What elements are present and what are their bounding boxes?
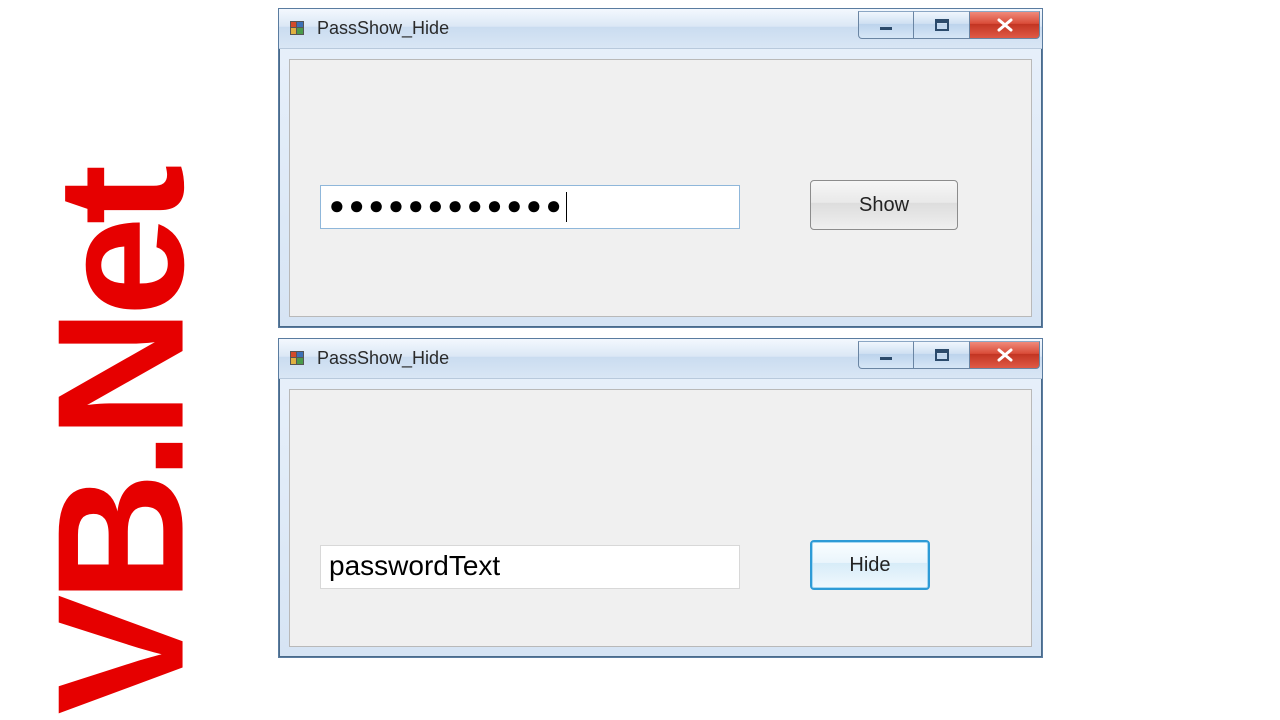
password-plain-value: passwordText <box>329 550 500 581</box>
window-controls <box>858 11 1040 39</box>
hide-button[interactable]: Hide <box>810 540 930 590</box>
maximize-button[interactable] <box>914 341 970 369</box>
password-masked-value: ●●●●●●●●●●●● <box>329 190 565 220</box>
form-icon <box>289 20 307 38</box>
button-label: Hide <box>849 554 890 577</box>
button-label: Show <box>859 194 909 217</box>
minimize-icon <box>878 349 894 361</box>
close-icon <box>996 348 1014 362</box>
client-area: ●●●●●●●●●●●● Show <box>289 59 1032 317</box>
maximize-button[interactable] <box>914 11 970 39</box>
close-button[interactable] <box>970 11 1040 39</box>
titlebar[interactable]: PassShow_Hide <box>279 9 1042 49</box>
show-button[interactable]: Show <box>810 180 958 230</box>
minimize-icon <box>878 19 894 31</box>
maximize-icon <box>935 19 949 31</box>
client-area: passwordText Hide <box>289 389 1032 647</box>
window-title: PassShow_Hide <box>317 18 449 39</box>
minimize-button[interactable] <box>858 341 914 369</box>
password-input[interactable]: passwordText <box>320 545 740 589</box>
close-button[interactable] <box>970 341 1040 369</box>
close-icon <box>996 18 1014 32</box>
window-title: PassShow_Hide <box>317 348 449 369</box>
titlebar[interactable]: PassShow_Hide <box>279 339 1042 379</box>
window-passshow-masked: PassShow_Hide ●●●●●●●●●●●● Show <box>278 8 1043 328</box>
password-input[interactable]: ●●●●●●●●●●●● <box>320 185 740 229</box>
minimize-button[interactable] <box>858 11 914 39</box>
maximize-icon <box>935 349 949 361</box>
window-controls <box>858 341 1040 369</box>
form-icon <box>289 350 307 368</box>
vbnet-label: VB.Net <box>18 172 225 714</box>
text-caret <box>566 192 567 222</box>
window-passshow-plain: PassShow_Hide passwordText Hide <box>278 338 1043 658</box>
